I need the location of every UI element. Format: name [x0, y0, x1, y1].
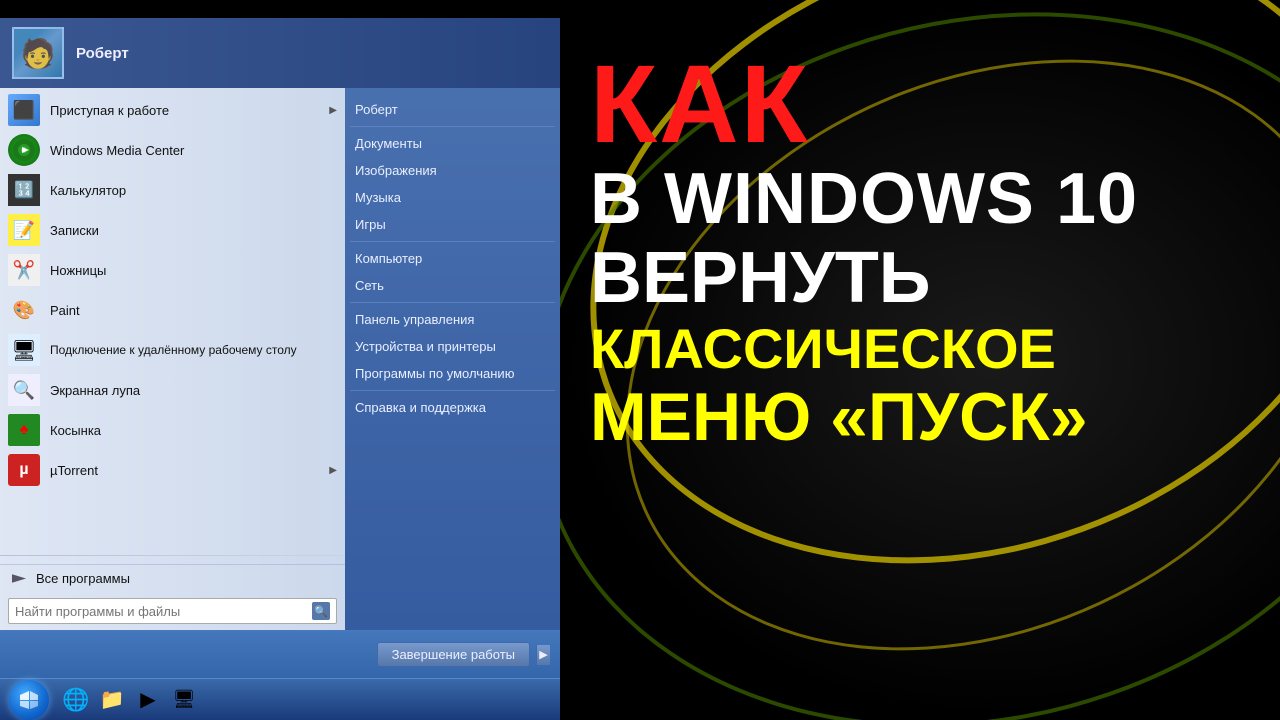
all-programs-arrow-icon	[12, 572, 26, 586]
menu-item-solitaire[interactable]: ♠ Косынка	[0, 410, 345, 450]
notes-label: Записки	[50, 223, 337, 238]
start-orb[interactable]	[9, 680, 49, 720]
taskbar-ie[interactable]: 🌐	[60, 684, 92, 716]
right-sep-1	[350, 126, 555, 127]
utorrent-icon: µ	[8, 454, 40, 486]
utorrent-label: µTorrent	[50, 463, 329, 478]
search-input[interactable]	[15, 604, 312, 619]
ie-icon: 🌐	[62, 687, 89, 713]
scissors-icon: ✂️	[8, 254, 40, 286]
magnifier-icon: 🔍	[8, 374, 40, 406]
magnifier-label: Экранная лупа	[50, 383, 337, 398]
search-icon[interactable]: 🔍	[312, 602, 330, 620]
calc-icon: 🔢	[8, 174, 40, 206]
right-item-images[interactable]: Изображения	[345, 157, 560, 184]
menu-item-utorrent[interactable]: µ µTorrent ▶	[0, 450, 345, 490]
avatar: 🧑	[12, 27, 64, 79]
search-bar[interactable]: 🔍	[8, 598, 337, 624]
utorrent-arrow: ▶	[329, 465, 337, 476]
start-button[interactable]	[4, 682, 54, 718]
text-kak: КАК	[590, 50, 1260, 160]
solitaire-label: Косынка	[50, 423, 337, 438]
media-icon: ▶	[140, 687, 155, 712]
right-item-controlpanel[interactable]: Панель управления	[345, 306, 560, 333]
wmc-label: Windows Media Center	[50, 143, 337, 158]
rdp-label: Подключение к удалённому рабочему столу	[50, 343, 337, 357]
taskbar: 🌐 📁 ▶ 🖥	[0, 678, 560, 720]
right-item-music[interactable]: Музыка	[345, 184, 560, 211]
folder-icon: 📁	[100, 687, 125, 712]
calc-label: Калькулятор	[50, 183, 337, 198]
menu-item-wmc[interactable]: Windows Media Center	[0, 130, 345, 170]
menu-columns: ⬛ Приступая к работе ▶	[0, 88, 560, 630]
taskbar-media[interactable]: ▶	[132, 684, 164, 716]
right-panel: КАК В WINDOWS 10 ВЕРНУТЬ КЛАССИЧЕСКОЕ МЕ…	[560, 0, 1280, 720]
right-item-documents[interactable]: Документы	[345, 130, 560, 157]
all-programs-label: Все программы	[36, 571, 130, 586]
menu-header: 🧑 Роберт	[0, 18, 560, 88]
menu-item-getstarted[interactable]: ⬛ Приступая к работе ▶	[0, 90, 345, 130]
right-sep-3	[350, 302, 555, 303]
getstarted-icon: ⬛	[8, 94, 40, 126]
right-item-computer[interactable]: Компьютер	[345, 245, 560, 272]
getstarted-arrow: ▶	[329, 105, 337, 116]
start-menu: 🧑 Роберт ⬛ Приступая к работе ▶	[0, 18, 560, 678]
scissors-label: Ножницы	[50, 263, 337, 278]
right-item-games[interactable]: Игры	[345, 211, 560, 238]
paint-icon: 🎨	[8, 294, 40, 326]
rdp-icon: 🖥	[8, 334, 40, 366]
overlay-text: КАК В WINDOWS 10 ВЕРНУТЬ КЛАССИЧЕСКОЕ МЕ…	[590, 50, 1260, 455]
menu-item-notes[interactable]: 📝 Записки	[0, 210, 345, 250]
right-sep-2	[350, 241, 555, 242]
menu-item-calc[interactable]: 🔢 Калькулятор	[0, 170, 345, 210]
paint-label: Paint	[50, 303, 337, 318]
menu-item-magnifier[interactable]: 🔍 Экранная лупа	[0, 370, 345, 410]
shutdown-button[interactable]: Завершение работы	[377, 642, 530, 667]
taskbar-icons: 🌐 📁 ▶ 🖥	[60, 684, 200, 716]
right-item-network[interactable]: Сеть	[345, 272, 560, 299]
taskbar-folder[interactable]: 📁	[96, 684, 128, 716]
start-right-col: Роберт Документы Изображения Музыка Игры…	[345, 88, 560, 630]
menu-item-paint[interactable]: 🎨 Paint	[0, 290, 345, 330]
right-item-defaultprograms[interactable]: Программы по умолчанию	[345, 360, 560, 387]
notes-icon: 📝	[8, 214, 40, 246]
right-item-robert[interactable]: Роберт	[345, 96, 560, 123]
shutdown-arrow-button[interactable]: ▶	[536, 645, 550, 665]
menu-item-rdp[interactable]: 🖥 Подключение к удалённому рабочему стол…	[0, 330, 345, 370]
all-programs[interactable]: Все программы	[0, 564, 345, 592]
text-vernut: ВЕРНУТЬ	[590, 239, 1260, 318]
text-klassicheskoe: КЛАССИЧЕСКОЕ	[590, 318, 1260, 380]
start-left-col: ⬛ Приступая к работе ▶	[0, 88, 345, 630]
menu-bottom: Завершение работы ▶	[0, 630, 560, 678]
shutdown-label: Завершение работы	[392, 647, 515, 662]
taskbar-monitor[interactable]: 🖥	[168, 684, 200, 716]
menu-item-scissors[interactable]: ✂️ Ножницы	[0, 250, 345, 290]
wmc-icon	[8, 134, 40, 166]
text-menu: МЕНЮ «ПУСК»	[590, 380, 1260, 455]
separator-1	[0, 555, 345, 556]
right-item-devices[interactable]: Устройства и принтеры	[345, 333, 560, 360]
text-v-windows: В WINDOWS 10	[590, 160, 1260, 239]
user-name: Роберт	[76, 45, 129, 62]
monitor-icon: 🖥	[173, 689, 196, 710]
right-sep-4	[350, 390, 555, 391]
right-item-help[interactable]: Справка и поддержка	[345, 394, 560, 421]
solitaire-icon: ♠	[8, 414, 40, 446]
getstarted-label: Приступая к работе	[50, 103, 329, 118]
